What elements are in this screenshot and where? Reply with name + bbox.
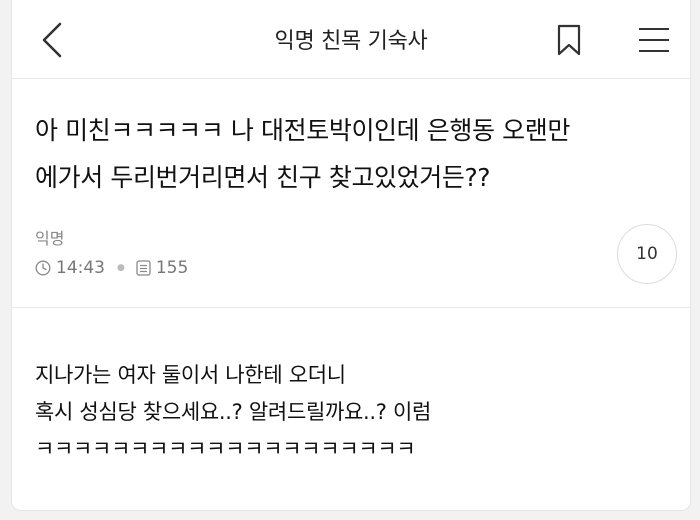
back-button[interactable] [34, 20, 70, 60]
views-icon [136, 260, 151, 276]
post-meta: 14:43 ● 155 [35, 258, 188, 278]
comment-count-badge[interactable]: 10 [617, 224, 677, 284]
chevron-left-icon [42, 22, 62, 58]
post-title-line: 에가서 두리번거리면서 친구 찾고있었거든?? [35, 163, 491, 192]
bookmark-icon [557, 24, 581, 56]
clock-icon [35, 260, 51, 276]
body-line: 지나가는 여자 둘이서 나한테 오더니 [35, 363, 346, 387]
post-title: 아 미친ㅋㅋㅋㅋㅋ 나 대전토박이인데 은행동 오랜만 에가서 두리번거리면서 … [35, 107, 675, 201]
view-count: 155 [155, 258, 189, 278]
bookmark-button[interactable] [554, 22, 584, 58]
app-frame: 익명 친목 기숙사 아 미친ㅋㅋㅋㅋㅋ 나 대전토박이인데 은행동 오랜만 에가… [11, 0, 691, 511]
body-line: ㅋㅋㅋㅋㅋㅋㅋㅋㅋㅋㅋㅋㅋㅋㅋㅋㅋㅋㅋㅋ [35, 437, 416, 461]
post-header: 아 미친ㅋㅋㅋㅋㅋ 나 대전토박이인데 은행동 오랜만 에가서 두리번거리면서 … [12, 79, 690, 308]
menu-button[interactable] [636, 22, 672, 58]
post-title-line: 아 미친ㅋㅋㅋㅋㅋ 나 대전토박이인데 은행동 오랜만 [35, 116, 570, 145]
meta-separator: ● [117, 263, 125, 273]
post-body: 지나가는 여자 둘이서 나한테 오더니 혹시 성심당 찾으세요..? 알려드릴까… [35, 357, 431, 468]
top-bar: 익명 친목 기숙사 [12, 0, 690, 79]
hamburger-menu-icon [639, 28, 669, 52]
page-title: 익명 친목 기숙사 [274, 29, 428, 54]
body-line: 혹시 성심당 찾으세요..? 알려드릴까요..? 이럼 [35, 400, 432, 424]
post-time: 14:43 [56, 258, 105, 278]
author-name: 익명 [35, 229, 65, 248]
